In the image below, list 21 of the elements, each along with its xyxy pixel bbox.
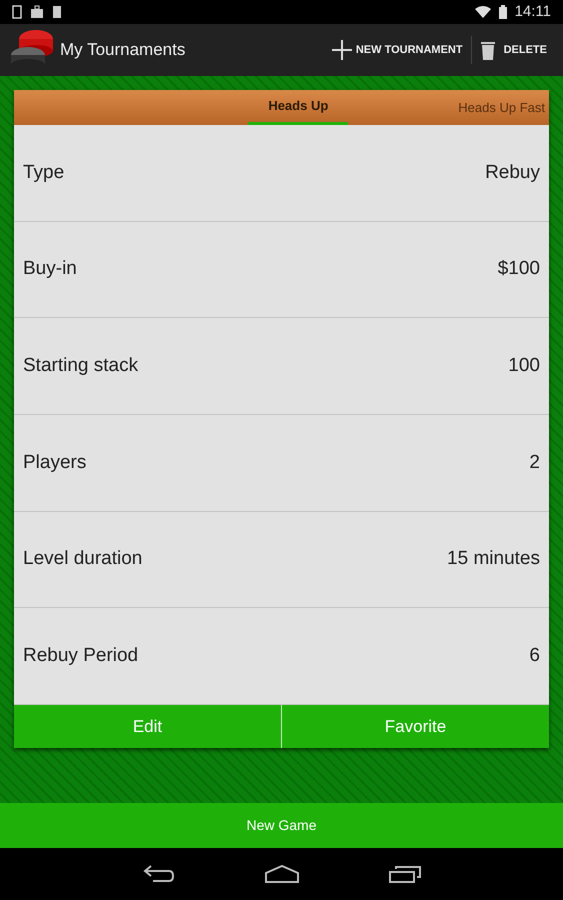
app-title: My Tournaments (60, 39, 186, 62)
row-value: $100 (498, 257, 540, 282)
tab[interactable]: Heads Up (248, 90, 348, 125)
row-value: 6 (529, 644, 540, 668)
row-value: 2 (529, 450, 540, 475)
edit-button[interactable]: Edit (14, 705, 282, 748)
row-label: Rebuy Period (23, 644, 138, 668)
clock: 14:11 (514, 2, 551, 22)
row-value: Rebuy (485, 160, 540, 185)
row-label: Buy-in (23, 257, 77, 282)
row-label: Starting stack (23, 354, 138, 378)
row-label: Level duration (23, 547, 142, 572)
row-value: 100 (508, 354, 540, 378)
new-tournament-button[interactable]: NEW TOURNAMENT (324, 24, 471, 76)
delete-button[interactable]: DELETE (472, 24, 555, 76)
row-label: Type (23, 160, 64, 185)
new-game-button[interactable]: New Game (0, 803, 563, 848)
tab[interactable]: Heads Up Fast (458, 90, 549, 125)
row-label: Players (23, 450, 86, 475)
favorite-button[interactable]: Favorite (282, 705, 549, 748)
row-value: 15 minutes (447, 547, 540, 572)
